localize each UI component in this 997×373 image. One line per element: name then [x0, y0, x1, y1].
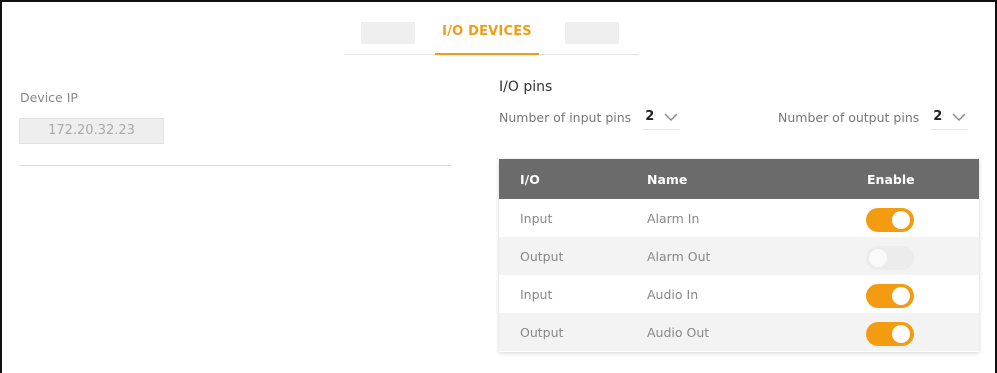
row-io: Input — [520, 210, 553, 226]
header-io: I/O — [520, 171, 540, 187]
row-name: Alarm In — [647, 210, 700, 226]
enable-toggle[interactable] — [866, 208, 914, 232]
toggle-knob — [892, 287, 910, 305]
output-pins-group: Number of output pins 2 — [778, 104, 969, 130]
input-pins-group: Number of input pins 2 — [499, 104, 681, 130]
row-name: Alarm Out — [647, 248, 711, 264]
header-enable: Enable — [867, 171, 915, 187]
row-io: Input — [520, 286, 553, 302]
tab-io-devices[interactable]: I/O DEVICES — [435, 15, 539, 55]
io-pins-title: I/O pins — [499, 79, 553, 95]
toggle-knob — [869, 249, 887, 267]
tab-placeholder-right[interactable] — [565, 22, 619, 44]
table-row: Output Audio Out — [499, 313, 979, 351]
row-name: Audio In — [647, 286, 699, 302]
table-row: Input Alarm In — [499, 199, 979, 237]
enable-toggle[interactable] — [866, 246, 914, 270]
row-name: Audio Out — [647, 324, 710, 340]
device-ip-label: Device IP — [20, 90, 78, 105]
enable-toggle[interactable] — [866, 284, 914, 308]
tab-bar: I/O DEVICES — [344, 15, 639, 55]
device-ip-field: 172.20.32.23 — [19, 118, 164, 144]
input-pins-value: 2 — [645, 109, 655, 124]
output-pins-label: Number of output pins — [778, 109, 920, 125]
header-name: Name — [647, 171, 688, 187]
output-pins-value: 2 — [933, 109, 943, 124]
output-pins-select[interactable]: 2 — [931, 104, 969, 130]
enable-toggle[interactable] — [866, 322, 914, 346]
tab-placeholder-left[interactable] — [361, 22, 415, 44]
chevron-down-icon — [952, 113, 966, 121]
input-pins-select[interactable]: 2 — [643, 104, 681, 130]
row-io: Output — [520, 324, 564, 340]
table-header: I/O Name Enable — [499, 159, 979, 199]
row-io: Output — [520, 248, 564, 264]
table-row: Input Audio In — [499, 275, 979, 313]
toggle-knob — [892, 325, 910, 343]
io-table: I/O Name Enable Input Alarm In Output Al… — [499, 159, 979, 352]
table-row: Output Alarm Out — [499, 237, 979, 275]
chevron-down-icon — [664, 113, 678, 121]
divider — [19, 165, 451, 166]
toggle-knob — [892, 211, 910, 229]
input-pins-label: Number of input pins — [499, 109, 632, 125]
